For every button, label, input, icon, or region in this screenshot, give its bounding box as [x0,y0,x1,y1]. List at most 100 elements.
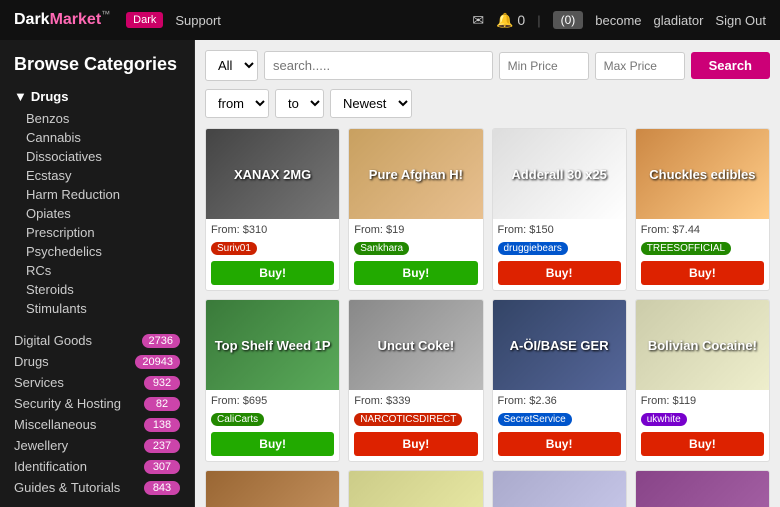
product-price: From: $19 [354,224,477,236]
separator: | [537,13,540,28]
min-price-container [499,52,589,80]
category-filter[interactable]: All [205,50,258,81]
become-link[interactable]: become [595,13,641,28]
from-filter[interactable]: from [205,89,269,118]
sidebar-item-jewellery[interactable]: Jewellery 237 [14,435,180,456]
dark-badge[interactable]: Dark [126,12,163,28]
product-card: Chuckles ediblesFrom: $7.44TREESOFFICIAL… [635,128,770,291]
product-image-overlay: Top Shelf Weed 1P [206,300,339,390]
guides-tutorials-count: 843 [144,481,180,495]
product-card: Top Shelf Weed 1P From: $695 CaliCarts Buy! [205,299,340,462]
category-header-drugs[interactable]: ▼ Drugs [14,89,180,104]
sidebar-item-opiates[interactable]: Opiates [26,204,180,223]
max-price-input[interactable] [595,52,685,80]
product-price: From: $310 [211,224,334,236]
filter-bar: from to Newest [205,89,770,118]
product-price: From: $2.36 [498,395,621,407]
drug-subcategory-list: Benzos Cannabis Dissociatives Ecstasy Ha… [14,109,180,318]
vendor-badge: druggiebears [498,242,568,255]
sidebar-item-cannabis[interactable]: Cannabis [26,128,180,147]
sort-filter[interactable]: Newest [330,89,412,118]
product-image-overlay: A-ÖI/BASE GER [493,300,626,390]
bell-icon[interactable]: 🔔 0 [496,12,525,29]
buy-button[interactable]: Buy! [641,261,764,285]
product-price: From: $339 [354,395,477,407]
buy-button[interactable]: Buy! [498,432,621,456]
search-button[interactable]: Search [691,52,770,79]
buy-button[interactable]: Buy! [211,261,334,285]
sidebar-item-stimulants[interactable]: Stimulants [26,299,180,318]
sidebar-item-miscellaneous[interactable]: Miscellaneous 138 [14,414,180,435]
product-image-overlay: NEW OG [349,471,482,507]
content-area: All Search from to Newest XANAX 2 [195,40,780,507]
to-filter[interactable]: to [275,89,324,118]
buy-button[interactable]: Buy! [498,261,621,285]
mail-icon[interactable]: ✉ [472,12,484,29]
sidebar-item-psychedelics[interactable]: Psychedelics [26,242,180,261]
product-image-overlay: Pure Afghan H! [349,129,482,219]
sidebar-item-steroids[interactable]: Steroids [26,280,180,299]
drugs-label: Drugs [31,89,69,104]
sidebar-item-guides-tutorials-label: Guides & Tutorials [14,480,120,495]
sidebar-item-identification[interactable]: Identification 307 [14,456,180,477]
search-bar: All Search [205,50,770,81]
buy-button[interactable]: Buy! [354,432,477,456]
product-card: XANAX 2MGFrom: $310Suriv01Buy! [205,128,340,291]
logo-tag: ™ [101,9,110,19]
product-card: 1g Raw [205,470,340,507]
product-image-overlay: Adderall 30 x25 [493,129,626,219]
sidebar-item-jewellery-label: Jewellery [14,438,68,453]
buy-button[interactable]: Buy! [354,261,477,285]
sidebar-item-dissociatives[interactable]: Dissociatives [26,147,180,166]
min-price-input[interactable] [499,52,589,80]
signout-link[interactable]: Sign Out [715,13,766,28]
logo-market: Market [50,11,102,29]
jewellery-count: 237 [144,439,180,453]
security-hosting-count: 82 [144,397,180,411]
sidebar-item-ecstasy[interactable]: Ecstasy [26,166,180,185]
sidebar-item-security-hosting[interactable]: Security & Hosting 82 [14,393,180,414]
vendor-badge: CaliCarts [211,413,264,426]
sidebar-item-harm-reduction[interactable]: Harm Reduction [26,185,180,204]
product-image-overlay: Bolivian Cocaine! [636,300,769,390]
sidebar-item-benzos[interactable]: Benzos [26,109,180,128]
buy-button[interactable]: Buy! [641,432,764,456]
product-image-overlay: DMT [636,471,769,507]
product-price: From: $695 [211,395,334,407]
vendor-badge: TREESOFFICIAL [641,242,731,255]
header: DarkMarket™ Dark Support ✉ 🔔 0 | (0) bec… [0,0,780,40]
product-price: From: $7.44 [641,224,764,236]
support-link[interactable]: Support [175,13,221,28]
product-image-overlay: XANAX 2MG [206,129,339,219]
sidebar: Browse Categories ▼ Drugs Benzos Cannabi… [0,40,195,507]
sidebar-item-services[interactable]: Services 932 [14,372,180,393]
main-layout: Browse Categories ▼ Drugs Benzos Cannabi… [0,40,780,507]
sidebar-item-miscellaneous-label: Miscellaneous [14,417,96,432]
sidebar-title: Browse Categories [14,54,180,75]
sidebar-item-digital-goods[interactable]: Digital Goods 2736 [14,330,180,351]
sidebar-item-drugs[interactable]: Drugs 20943 [14,351,180,372]
buy-button[interactable]: Buy! [211,432,334,456]
services-count: 932 [144,376,180,390]
product-card: Bolivian Cocaine!From: $119ukwhiteBuy! [635,299,770,462]
search-input[interactable] [264,51,493,80]
sidebar-item-guides-tutorials[interactable]: Guides & Tutorials 843 [14,477,180,498]
user-link[interactable]: gladiator [654,13,704,28]
category-section-drugs: ▼ Drugs Benzos Cannabis Dissociatives Ec… [14,89,180,318]
product-card: DMT [635,470,770,507]
product-image-overlay: 1g Raw [206,471,339,507]
drugs-count: 20943 [135,355,180,369]
product-card: NEW OG [348,470,483,507]
sidebar-item-digital-goods-label: Digital Goods [14,333,92,348]
sidebar-item-prescription[interactable]: Prescription [26,223,180,242]
product-image-overlay: Uncut Coke! [349,300,482,390]
product-card: Uncut Coke!From: $339NARCOTICSDIRECTBuy! [348,299,483,462]
product-card: Adderall 30 x25From: $150druggiebearsBuy… [492,128,627,291]
vendor-badge: SecretService [498,413,572,426]
sidebar-item-rcs[interactable]: RCs [26,261,180,280]
product-grid: XANAX 2MGFrom: $310Suriv01Buy!Pure Afgha… [205,128,770,507]
cart-badge[interactable]: (0) [553,11,584,29]
logo-dark: Dark [14,11,50,29]
product-image-overlay: Sandoz [493,471,626,507]
product-card: Pure Afghan H!From: $19SankharaBuy! [348,128,483,291]
